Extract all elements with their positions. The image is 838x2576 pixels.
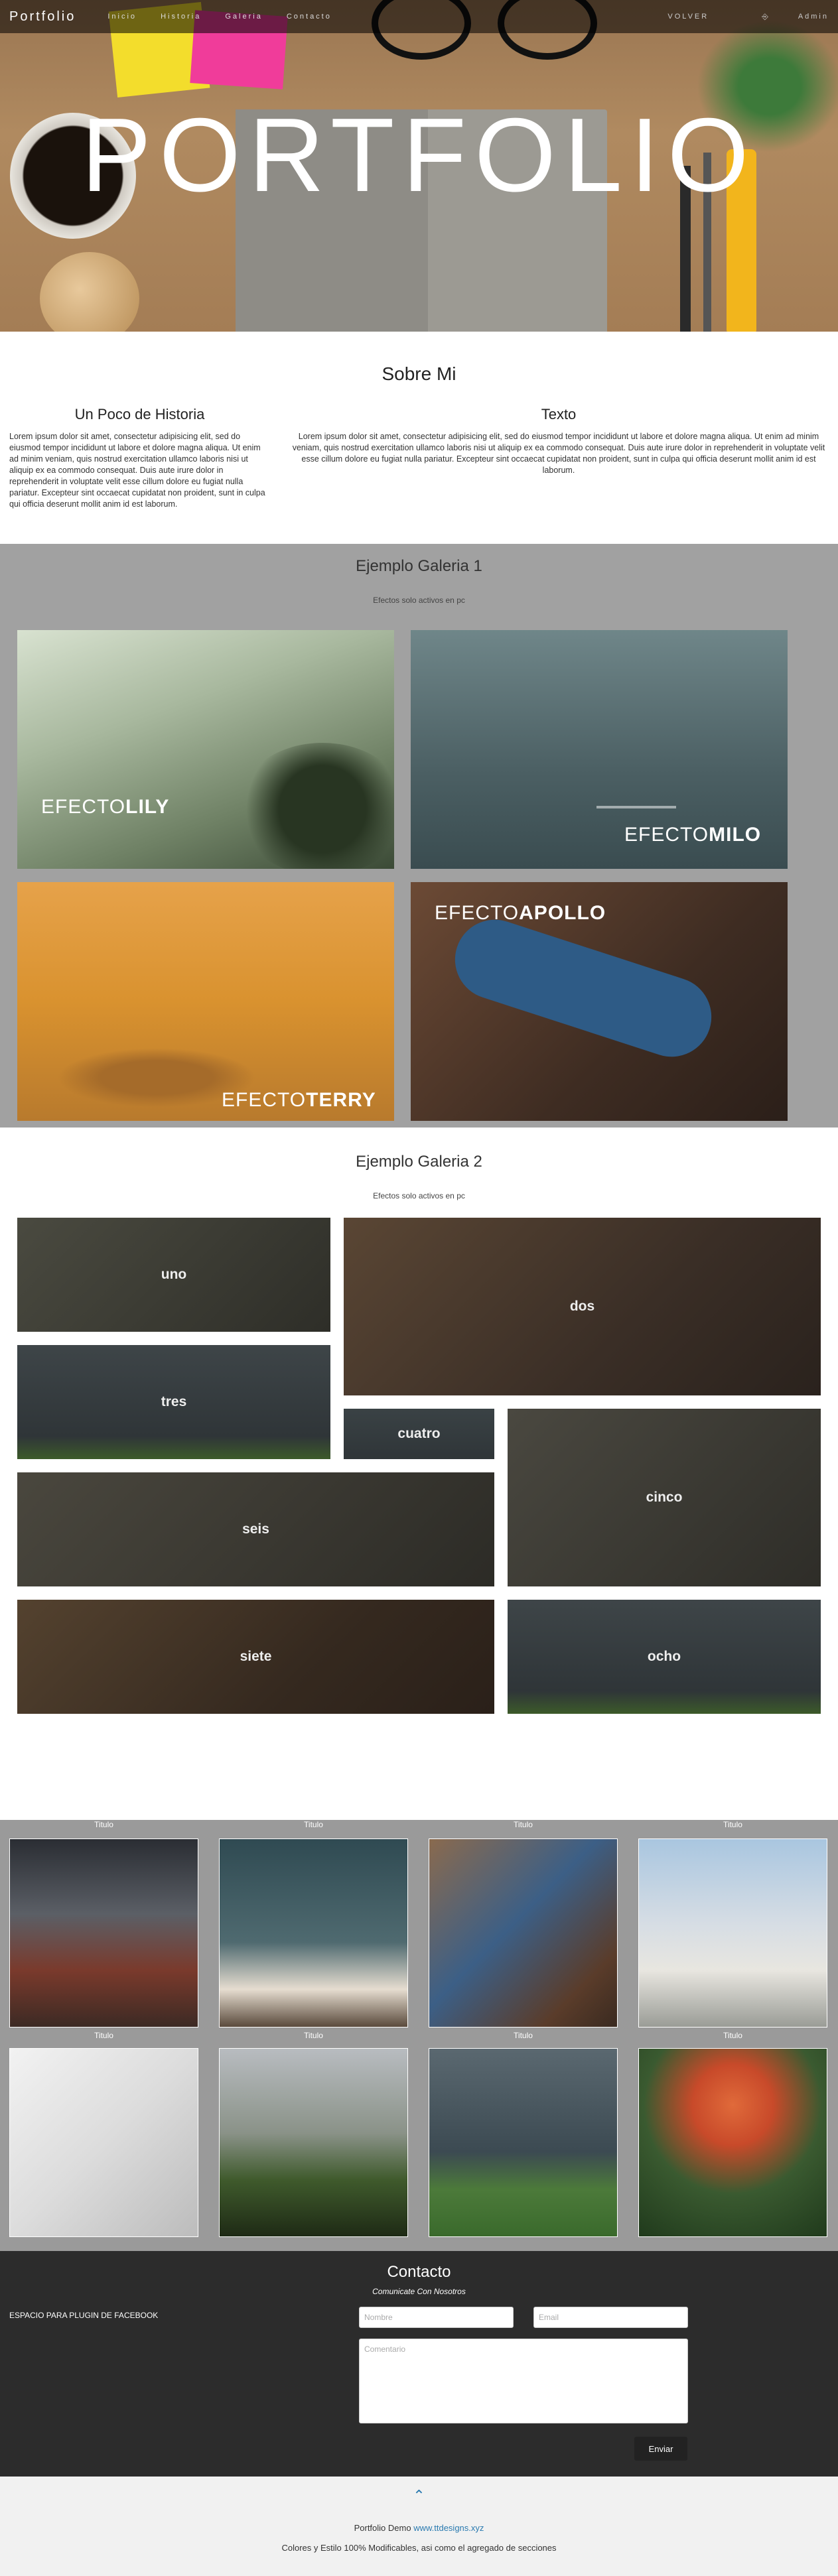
card-line [596,806,676,808]
jeans-shape [445,909,722,1067]
nav-link-historia[interactable]: Historia [161,13,201,21]
grid-image-storm[interactable] [429,2048,618,2237]
nav-links: Inicio Historia Galeria Contacto [96,13,343,21]
name-input[interactable]: Nombre [359,2307,514,2328]
grid-image-laptop[interactable] [9,2048,198,2237]
gallery1-card-terry[interactable]: EFECTOTERRY [17,882,394,1121]
brand-logo[interactable]: Portfolio [9,9,76,25]
grid-caption: Titulo [514,2031,533,2040]
grid-image-field-tree[interactable] [219,2048,408,2237]
gallery2-tile-cinco[interactable]: cinco [508,1409,821,1586]
grid-caption: Titulo [304,2031,323,2040]
about-col1-text: Lorem ipsum dolor sit amet, consectetur … [9,432,265,509]
hero-banner: PORTFOLIO [0,0,838,332]
tree-silhouette [236,743,394,869]
gallery1-card-label: EFECTOAPOLLO [435,902,606,924]
grid-caption: Titulo [94,2031,113,2040]
contact-subtitle: Comunicate Con Nosotros [372,2287,466,2296]
grid-image-boots[interactable] [429,1838,618,2028]
gallery1-subtitle: Efectos solo activos en pc [373,596,465,605]
chevron-up-icon[interactable]: ⌃ [0,2487,838,2504]
gallery1-card-lily[interactable]: EFECTOLILY [17,630,394,869]
grid-image-tulips[interactable] [638,2048,827,2237]
hero-donut [40,252,139,332]
login-icon: ⎆ [762,11,768,21]
nav-link-contacto[interactable]: Contacto [287,13,332,21]
comment-textarea[interactable]: Comentario [359,2339,688,2423]
footer-note: Colores y Estilo 100% Modificables, asi … [281,2543,557,2553]
nav-volver[interactable]: VOLVER [667,13,709,21]
gallery2-title: Ejemplo Galeria 2 [356,1153,482,1171]
about-col2-title: Texto [541,406,577,422]
gallery2-subtitle: Efectos solo activos en pc [373,1191,465,1200]
footer: ⌃ Portfolio Demo www.ttdesigns.xyz Color… [0,2477,838,2576]
about-col1-title: Un Poco de Historia [74,406,205,422]
nav-right: VOLVER ⎆ Admin [641,0,829,33]
nav-admin-label: Admin [798,13,829,21]
email-input[interactable]: Email [533,2307,688,2328]
nav-admin[interactable]: ⎆ Admin [735,12,829,22]
footer-credit: Portfolio Demo www.ttdesigns.xyz [0,2523,838,2533]
gallery1-card-milo[interactable]: EFECTOMILO [411,630,788,869]
gallery1-section: Ejemplo Galeria 1 Efectos solo activos e… [0,544,838,1127]
gallery2-tile-siete[interactable]: siete [17,1600,494,1714]
facebook-plugin-placeholder: ESPACIO PARA PLUGIN DE FACEBOOK [9,2311,159,2320]
gallery1-card-label: EFECTOTERRY [222,1089,376,1111]
grid-caption: Titulo [514,1820,533,1829]
grid-caption: Titulo [94,1820,113,1829]
gallery1-card-label: EFECTOMILO [624,824,762,846]
grid-caption: Titulo [304,1820,323,1829]
nav-link-galeria[interactable]: Galeria [225,13,262,21]
hero-title: PORTFOLIO [81,97,757,214]
gallery2-tile-seis[interactable]: seis [17,1472,494,1586]
grid-image-santorini[interactable] [638,1838,827,2028]
grid-caption: Titulo [723,1820,742,1829]
gallery2-tile-dos[interactable]: dos [344,1218,821,1395]
gallery1-title: Ejemplo Galeria 1 [356,557,482,575]
about-col2-text: Lorem ipsum dolor sit amet, consectetur … [292,432,825,475]
nav-link-inicio[interactable]: Inicio [107,13,137,21]
contact-title: Contacto [387,2263,451,2281]
gallery1-card-apollo[interactable]: EFECTOAPOLLO [411,882,788,1121]
about-title: Sobre Mi [382,363,456,384]
gallery2-tile-uno[interactable]: uno [17,1218,330,1332]
gallery2-tile-tres[interactable]: tres [17,1345,330,1459]
gallery2-tile-ocho[interactable]: ocho [508,1600,821,1714]
grid-image-clouds[interactable] [219,1838,408,2028]
navbar: Portfolio Inicio Historia Galeria Contac… [0,0,838,33]
gallery2-tile-cuatro[interactable]: cuatro [344,1409,494,1459]
gallery1-card-label: EFECTOLILY [41,796,170,818]
grid-caption: Titulo [723,2031,742,2040]
footer-link[interactable]: www.ttdesigns.xyz [413,2523,484,2533]
contact-section: Contacto Comunicate Con Nosotros ESPACIO… [0,2251,838,2477]
footer-credit-text: Portfolio Demo [354,2523,414,2533]
photo-grid: Titulo Titulo Titulo Titulo Titulo Titul… [0,1820,838,2251]
send-button[interactable]: Enviar [634,2437,687,2461]
grid-image-station[interactable] [9,1838,198,2028]
